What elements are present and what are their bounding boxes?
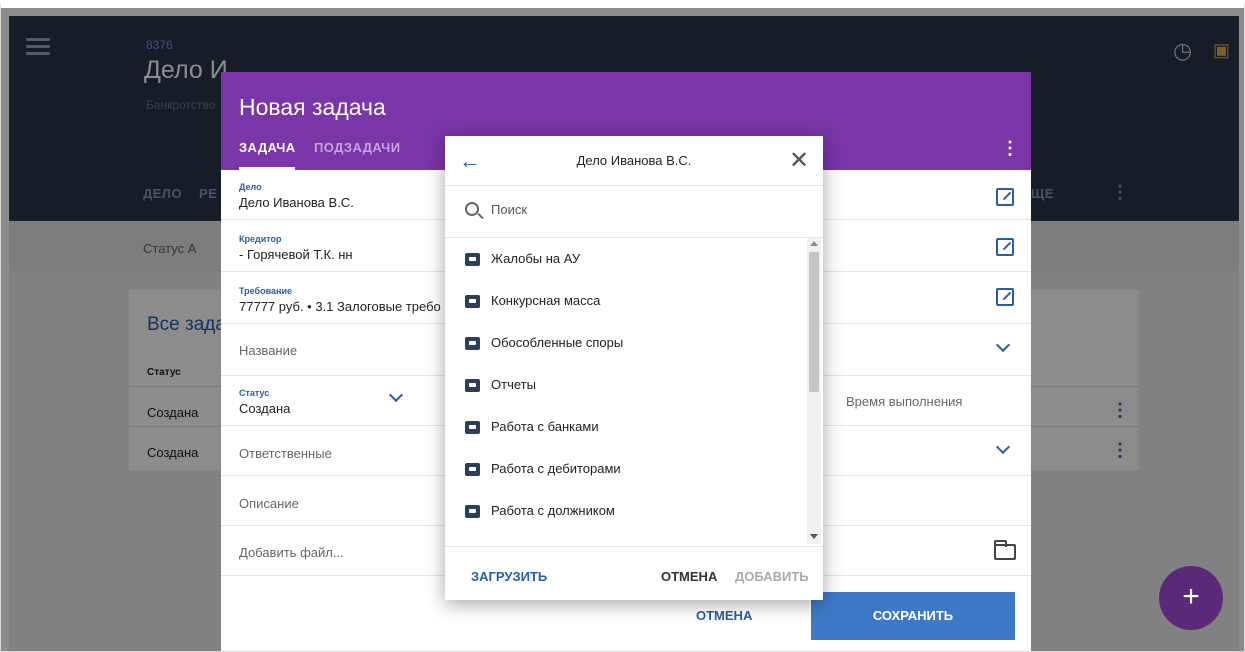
search-icon bbox=[465, 202, 479, 216]
add-button[interactable]: ДОБАВИТЬ bbox=[735, 569, 809, 584]
chevron-down-icon[interactable] bbox=[995, 337, 1011, 353]
folder-icon bbox=[465, 463, 480, 476]
open-external-icon[interactable] bbox=[996, 238, 1014, 256]
chevron-down-icon[interactable] bbox=[995, 439, 1011, 455]
list-item[interactable]: Обособленные споры bbox=[445, 322, 807, 364]
folder-picker-dialog: Дело Иванова В.С. ← ✕ Жалобы на АУ Конку… bbox=[445, 136, 823, 600]
field-requirement-label: Требование bbox=[239, 286, 292, 296]
field-responsible-placeholder: Ответственные bbox=[239, 446, 332, 461]
close-icon[interactable]: ✕ bbox=[789, 146, 809, 175]
field-creditor-value: - Горячевой Т.К. нн bbox=[239, 247, 353, 262]
list-item-label: Работа с банками bbox=[491, 419, 599, 434]
folder-icon bbox=[465, 505, 480, 518]
scrollbar[interactable] bbox=[807, 238, 821, 544]
field-file-placeholder: Добавить файл... bbox=[239, 545, 344, 560]
search-input[interactable] bbox=[491, 202, 791, 217]
save-button[interactable]: СОХРАНИТЬ bbox=[811, 592, 1015, 640]
list-item-label: Работа с дебиторами bbox=[491, 461, 621, 476]
scrollbar-thumb[interactable] bbox=[809, 252, 819, 392]
list-item[interactable]: Отчеты bbox=[445, 364, 807, 406]
list-item[interactable]: Работа с должником bbox=[445, 490, 807, 532]
picker-header: Дело Иванова В.С. ← ✕ bbox=[445, 136, 823, 186]
folder-icon bbox=[465, 421, 480, 434]
field-case-value: Дело Иванова В.С. bbox=[239, 195, 354, 210]
field-requirement-value: 77777 руб. • 3.1 Залоговые требо bbox=[239, 299, 441, 314]
upload-button[interactable]: ЗАГРУЗИТЬ bbox=[471, 569, 547, 584]
list-item[interactable]: Работа с банками bbox=[445, 406, 807, 448]
folder-icon bbox=[465, 337, 480, 350]
chevron-down-icon[interactable] bbox=[388, 387, 404, 403]
picker-cancel-button[interactable]: ОТМЕНА bbox=[661, 569, 717, 584]
cancel-button[interactable]: ОТМЕНА bbox=[696, 608, 752, 623]
app-window: 8376 Дело И Банкротство ДЕЛО РЕ ЩЕ ⋮ ◷ ▣… bbox=[0, 0, 1245, 652]
list-item[interactable]: Конкурсная масса bbox=[445, 280, 807, 322]
list-item-label: Обособленные споры bbox=[491, 335, 624, 350]
picker-title: Дело Иванова В.С. bbox=[576, 153, 692, 168]
scroll-up-arrow[interactable] bbox=[810, 241, 818, 246]
back-arrow-icon[interactable]: ← bbox=[459, 148, 481, 174]
folder-icon bbox=[465, 379, 480, 392]
list-item-label: Отчеты bbox=[491, 377, 536, 392]
list-item-label: Конкурсная масса bbox=[491, 293, 601, 308]
scroll-down-arrow[interactable] bbox=[810, 534, 818, 539]
field-time-placeholder: Время выполнения bbox=[846, 394, 963, 409]
field-name-placeholder: Название bbox=[239, 343, 298, 358]
field-status-label: Статус bbox=[239, 388, 270, 398]
open-external-icon[interactable] bbox=[996, 288, 1014, 306]
dialog-title: Новая задача bbox=[239, 94, 386, 120]
tab-task[interactable]: ЗАДАЧА bbox=[239, 140, 296, 155]
field-status-value: Создана bbox=[239, 401, 291, 416]
picker-footer: ЗАГРУЗИТЬ ОТМЕНА ДОБАВИТЬ bbox=[445, 546, 823, 600]
list-item[interactable]: Жалобы на АУ bbox=[445, 238, 807, 280]
field-creditor-label: Кредитор bbox=[239, 234, 282, 244]
folder-list: Жалобы на АУ Конкурсная масса Обособленн… bbox=[445, 238, 807, 544]
list-item-label: Жалобы на АУ bbox=[491, 251, 581, 266]
folder-icon bbox=[465, 253, 480, 266]
folder-icon[interactable] bbox=[994, 540, 1016, 560]
add-fab-button[interactable]: + bbox=[1159, 566, 1223, 630]
open-external-icon[interactable] bbox=[996, 188, 1014, 206]
field-case-label: Дело bbox=[239, 182, 262, 192]
folder-icon bbox=[465, 295, 480, 308]
field-description-placeholder: Описание bbox=[239, 496, 299, 511]
list-item[interactable]: Работа с дебиторами bbox=[445, 448, 807, 490]
list-item-label: Работа с должником bbox=[491, 503, 615, 518]
tab-subtasks[interactable]: ПОДЗАДАЧИ bbox=[314, 140, 400, 155]
dialog-kebab-icon[interactable]: ⋮ bbox=[1001, 138, 1019, 159]
picker-search bbox=[445, 186, 823, 238]
